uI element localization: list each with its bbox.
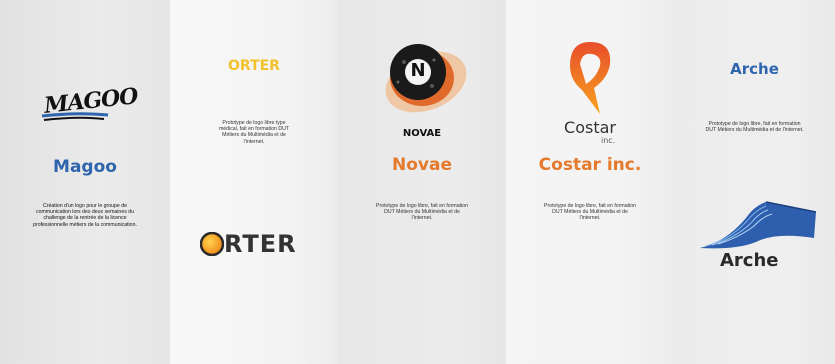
magoo-logo: MAGOO (38, 82, 139, 132)
orter-title: ORTER (228, 58, 280, 74)
costar-ribbon-icon (570, 42, 611, 114)
novae-logo-text: NOVAE (402, 128, 442, 139)
arche-wave-icon (700, 201, 817, 249)
costar-logo-subtext: inc. (601, 136, 616, 145)
costar-logo (560, 38, 620, 118)
arche-logo-text: Arche (720, 250, 779, 271)
orter-description: Prototype de logo libre type médical, fa… (218, 120, 290, 145)
panel-costar: Costar inc. Costar inc. Prototype de log… (506, 0, 674, 364)
arche-description: Prototype de logo libre, fait en formati… (705, 121, 804, 134)
panel-magoo: MAGOO Magoo Création d'un logo pour le g… (0, 0, 170, 364)
orter-logo: RTER (198, 230, 328, 260)
folded-brochure: MAGOO Magoo Création d'un logo pour le g… (0, 0, 835, 364)
orter-logo-text: RTER (224, 230, 297, 258)
novae-logo: N (374, 38, 474, 118)
costar-title: Costar inc. (538, 155, 642, 175)
costar-logo-text: Costar (564, 118, 616, 137)
orter-circle-icon (200, 232, 224, 256)
arche-logo: Arche (696, 198, 826, 276)
panel-orter: ORTER Prototype de logo libre type médic… (170, 0, 338, 364)
novae-description: Prototype de logo libre, fait en formati… (376, 203, 468, 222)
magoo-description: Création d'un logo pour le groupe de com… (33, 203, 137, 228)
panel-novae: N NOVAE Novae Prototype de logo libre, f… (338, 0, 506, 364)
novae-title: Novae (392, 155, 452, 175)
novae-logo-letter: N (410, 60, 426, 81)
costar-description: Prototype de logo libre, fait en formati… (544, 203, 636, 222)
arche-title: Arche (730, 60, 779, 78)
magoo-title: Magoo (53, 157, 117, 177)
panel-arche: Arche Prototype de logo libre, fait en f… (674, 0, 835, 364)
